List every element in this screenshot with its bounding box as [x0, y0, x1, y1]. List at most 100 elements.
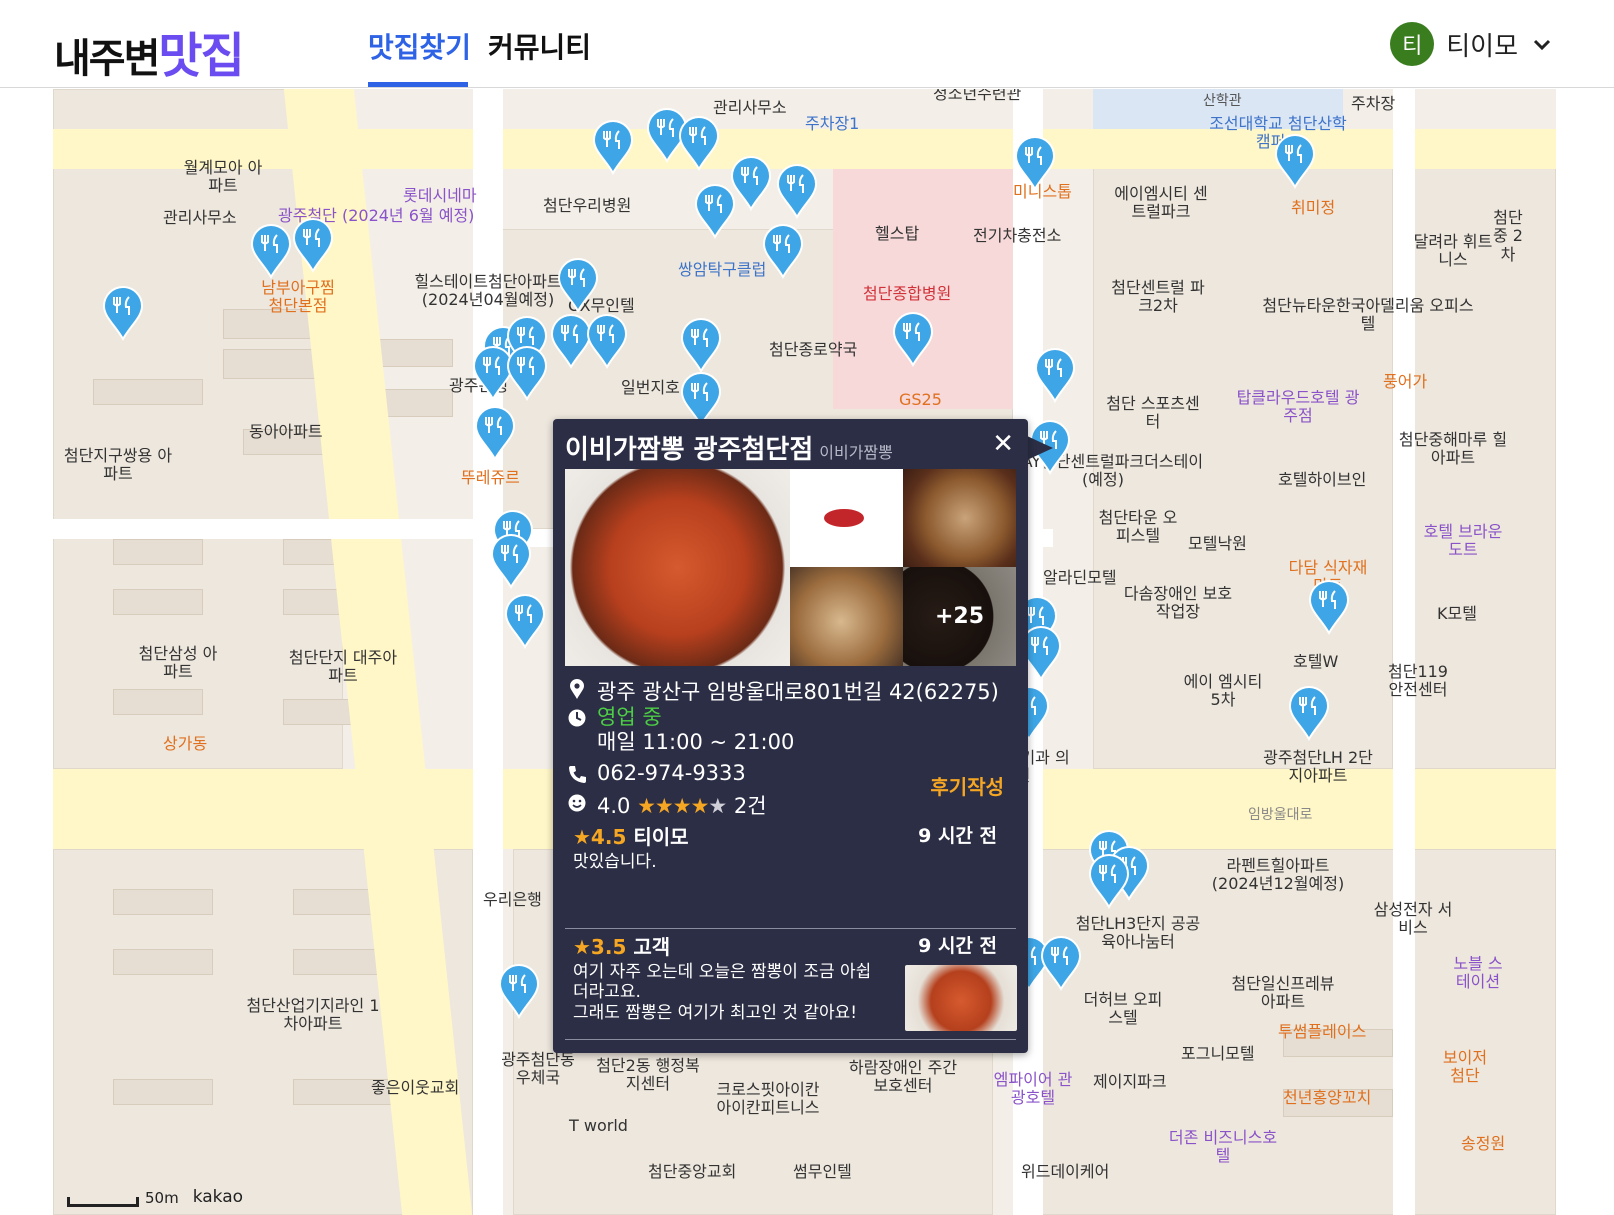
map-label[interactable]: 첨단2동 행정복지센터: [593, 1056, 703, 1094]
app-logo[interactable]: 내주변맛집: [54, 16, 245, 86]
map-label[interactable]: 첨단뉴타운한국아델리움 오피스텔: [1258, 296, 1478, 334]
map-label[interactable]: 엠파이어 관광호텔: [993, 1070, 1073, 1108]
map-label[interactable]: 라펜트힐아파트 (2024년12월예정): [1203, 856, 1353, 894]
map-label[interactable]: 첨단삼성 아파트: [133, 644, 223, 682]
map-label[interactable]: 롯데시네마: [403, 186, 477, 205]
close-icon[interactable]: ✕: [992, 429, 1014, 459]
map-label[interactable]: 첨단산업기지라인 1차아파트: [243, 996, 383, 1034]
map-label[interactable]: 첨단중 2차: [1488, 208, 1528, 264]
map-label[interactable]: 광주첨단동 우체국: [493, 1050, 583, 1088]
photo-thumbnail[interactable]: [790, 567, 903, 666]
map-label[interactable]: 모텔낙원: [1188, 534, 1247, 553]
map-label[interactable]: 우리은행: [483, 890, 542, 909]
map-label[interactable]: 더허브 오피스텔: [1083, 990, 1163, 1028]
photo-logo[interactable]: [790, 469, 903, 567]
map-label[interactable]: 첨단중앙교회: [648, 1162, 736, 1181]
restaurant-pin-icon[interactable]: [1307, 579, 1351, 635]
map-label[interactable]: 전기차충전소: [973, 226, 1061, 245]
restaurant-pin-icon[interactable]: [775, 163, 819, 219]
write-review-button[interactable]: 후기작성: [930, 771, 1004, 800]
map-label[interactable]: 월계모아 아파트: [183, 158, 263, 196]
map-label[interactable]: 취미정: [1291, 198, 1335, 217]
restaurant-pin-icon[interactable]: [679, 317, 723, 373]
restaurant-pin-icon[interactable]: [729, 155, 773, 211]
map-label[interactable]: 좋은이웃교회: [371, 1078, 459, 1097]
map-label[interactable]: 탑클라우드호텔 광주점: [1233, 388, 1363, 426]
map-label[interactable]: 풍어가: [1383, 372, 1427, 391]
map-label[interactable]: 주차장: [1351, 94, 1395, 113]
map-label[interactable]: 첨단타운 오피스텔: [1098, 508, 1178, 546]
map-label[interactable]: GS25: [899, 390, 942, 409]
user-menu[interactable]: 티 티이모: [1390, 22, 1554, 66]
map-label[interactable]: 삼성전자 서비스: [1373, 900, 1453, 938]
map-label[interactable]: 상가동: [163, 734, 207, 753]
map-label[interactable]: 노블 스테이션: [1448, 954, 1508, 992]
map-label[interactable]: 첨단119 안전센터: [1383, 662, 1453, 700]
tab-restaurant-search[interactable]: 맛집찾기: [368, 26, 471, 66]
restaurant-pin-icon[interactable]: [1013, 135, 1057, 191]
map-label[interactable]: 투썸플레이스: [1278, 1022, 1366, 1041]
map-label[interactable]: 달려라 휘트니스: [1413, 232, 1493, 270]
restaurant-pin-icon[interactable]: [1287, 685, 1331, 741]
restaurant-pin-icon[interactable]: [249, 223, 293, 279]
map-label[interactable]: 첨단센트럴 파크2차: [1108, 278, 1208, 316]
restaurant-pin-icon[interactable]: [291, 217, 335, 273]
map-label[interactable]: 쌍암탁구클럽: [678, 260, 766, 279]
map-label[interactable]: 썸무인텔: [793, 1162, 852, 1181]
map-label[interactable]: 첨단지구쌍용 아파트: [63, 446, 173, 484]
map-label[interactable]: 남부아구찜 첨단본점: [253, 278, 343, 316]
map-label[interactable]: 첨단LH3단지 공공육아나눔터: [1073, 914, 1203, 952]
photo-thumbnail-more[interactable]: +25: [903, 567, 1016, 666]
map-label[interactable]: 위드데이케어: [1021, 1162, 1109, 1181]
photo-gallery[interactable]: +25: [565, 469, 1016, 666]
map-label[interactable]: 뚜레쥬르: [461, 468, 520, 487]
map-label[interactable]: 헬스탑: [875, 224, 919, 243]
map-label[interactable]: 첨단종합병원: [863, 284, 951, 303]
map-label[interactable]: 크로스핏아이칸 아이칸피트니스: [708, 1080, 828, 1118]
map-label[interactable]: 산학관: [1203, 93, 1242, 109]
map-label[interactable]: 관리사무소: [163, 208, 237, 227]
restaurant-pin-icon[interactable]: [591, 119, 635, 175]
map-label[interactable]: K모텔: [1437, 604, 1477, 623]
restaurant-pin-icon[interactable]: [1039, 935, 1083, 991]
map-label[interactable]: 청소년수련관: [933, 89, 1021, 103]
restaurant-pin-icon[interactable]: [505, 345, 549, 401]
map-label[interactable]: 에이엠시티 센트럴파크: [1111, 184, 1211, 222]
map-label[interactable]: 더존 비즈니스호텔: [1168, 1128, 1278, 1166]
restaurant-pin-icon[interactable]: [585, 313, 629, 369]
restaurant-pin-icon[interactable]: [503, 593, 547, 649]
map-label[interactable]: 천년홍양꼬치: [1283, 1088, 1371, 1107]
map-label[interactable]: 힐스테이트첨단아파트 (2024년04월예정): [403, 272, 573, 310]
map-label[interactable]: 알라딘모텔: [1043, 568, 1117, 587]
map-label[interactable]: 주차장1: [805, 114, 859, 133]
review-photo[interactable]: [905, 965, 1017, 1031]
map-label[interactable]: 하람장애인 주간보호센터: [848, 1058, 958, 1096]
restaurant-pin-icon[interactable]: [1273, 133, 1317, 189]
map-label[interactable]: 다솜장애인 보호작업장: [1123, 584, 1233, 622]
chevron-down-icon[interactable]: [1530, 32, 1554, 56]
map-label[interactable]: 보이저 첨단: [1435, 1048, 1495, 1086]
map-label[interactable]: 첨단중해마루 힐아파트: [1393, 430, 1513, 468]
map-label[interactable]: 첨단일신프레뷰 아파트: [1223, 974, 1343, 1012]
restaurant-pin-icon[interactable]: [556, 257, 600, 313]
map-label[interactable]: 첨단단지 대주아파트: [288, 648, 398, 686]
map-label[interactable]: 에이 엠시티5차: [1183, 672, 1263, 710]
phone-row[interactable]: 062-974-9333: [567, 761, 746, 785]
map-label[interactable]: 일번지호: [621, 378, 680, 397]
map-label[interactable]: 호텔하이브인: [1278, 470, 1366, 489]
map-label[interactable]: 호텔W: [1293, 652, 1338, 671]
restaurant-pin-icon[interactable]: [891, 311, 935, 367]
tab-community[interactable]: 커뮤니티: [488, 26, 591, 66]
map-label[interactable]: 임방울대로: [1248, 807, 1312, 823]
map-label[interactable]: 첨단종로약국: [769, 340, 857, 359]
restaurant-pin-icon[interactable]: [497, 963, 541, 1019]
restaurant-pin-icon[interactable]: [473, 405, 517, 461]
map-label[interactable]: 제이지파크: [1093, 1072, 1167, 1091]
map-label[interactable]: 동아아파트: [249, 422, 323, 441]
restaurant-pin-icon[interactable]: [1087, 853, 1131, 909]
map-label[interactable]: 송정원: [1461, 1134, 1505, 1153]
restaurant-pin-icon[interactable]: [677, 115, 721, 171]
restaurant-pin-icon[interactable]: [489, 533, 533, 589]
map-label[interactable]: 광주첨단LH 2단지아파트: [1258, 748, 1378, 786]
restaurant-pin-icon[interactable]: [101, 285, 145, 341]
